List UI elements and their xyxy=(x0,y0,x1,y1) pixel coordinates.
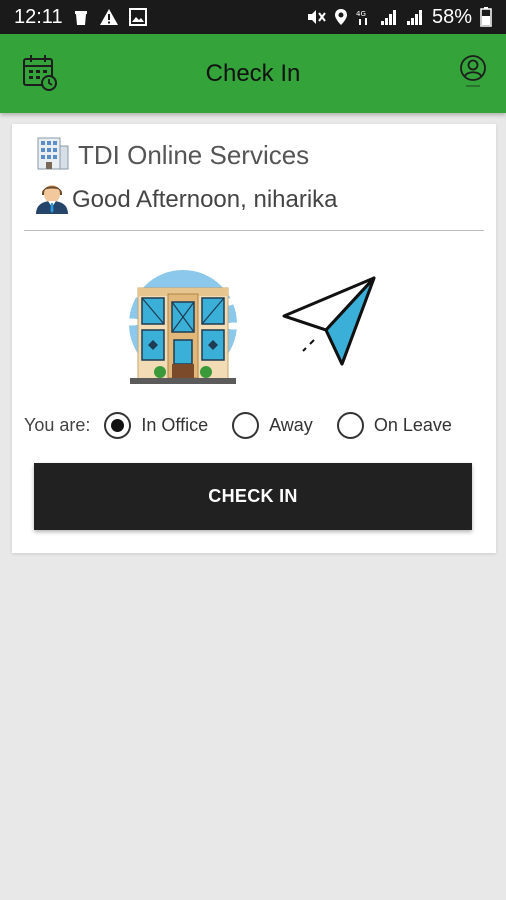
person-avatar-icon xyxy=(34,180,70,219)
page-title: Check In xyxy=(205,59,301,87)
greeting-row: Good Afternoon, niharika xyxy=(34,180,338,219)
radio-label-on-leave: On Leave xyxy=(373,414,452,435)
battery-icon xyxy=(480,7,492,27)
signal-bars-icon xyxy=(380,8,398,26)
radio-button[interactable] xyxy=(232,411,260,439)
radio-dot xyxy=(111,418,125,432)
greeting-text: Good Afternoon, niharika xyxy=(72,185,338,213)
image-icon xyxy=(128,8,147,26)
status-label: You are: xyxy=(24,414,91,435)
divider xyxy=(24,230,484,231)
status-time: 12:11 xyxy=(14,5,63,28)
radio-away[interactable]: Away xyxy=(232,411,313,439)
status-bar: 12:11 4G 58% xyxy=(0,0,506,34)
4g-signal-icon: 4G xyxy=(356,8,372,26)
status-right: 4G 58% xyxy=(306,6,492,29)
radio-button[interactable] xyxy=(336,411,364,439)
radio-label-in-office: In Office xyxy=(141,414,209,435)
radio-button-selected[interactable] xyxy=(104,411,132,439)
status-radio-group: You are: In Office Away On Leave xyxy=(24,408,494,442)
profile-icon[interactable] xyxy=(458,54,488,90)
svg-text:4G: 4G xyxy=(356,10,366,18)
checkin-card: TDI Online Services Good Afternoon, niha… xyxy=(12,124,496,553)
mute-vibrate-icon xyxy=(306,8,326,26)
paper-plane-illustration xyxy=(280,274,380,374)
office-building-icon xyxy=(34,136,70,175)
office-building-illustration xyxy=(120,266,246,388)
radio-on-leave[interactable]: On Leave xyxy=(336,411,452,439)
company-name: TDI Online Services xyxy=(78,140,310,170)
radio-in-office[interactable]: In Office xyxy=(104,411,209,439)
battery-percent: 58% xyxy=(431,5,472,28)
check-in-button[interactable]: CHECK IN xyxy=(34,463,472,530)
signal-bars-icon-2 xyxy=(406,8,424,26)
status-left: 12:11 xyxy=(14,6,147,29)
warning-icon xyxy=(99,8,119,26)
app-bar: Check In xyxy=(0,34,506,113)
coffee-cup-icon xyxy=(73,8,89,26)
company-row: TDI Online Services xyxy=(34,136,309,175)
radio-label-away: Away xyxy=(269,414,313,435)
location-icon xyxy=(334,8,348,26)
